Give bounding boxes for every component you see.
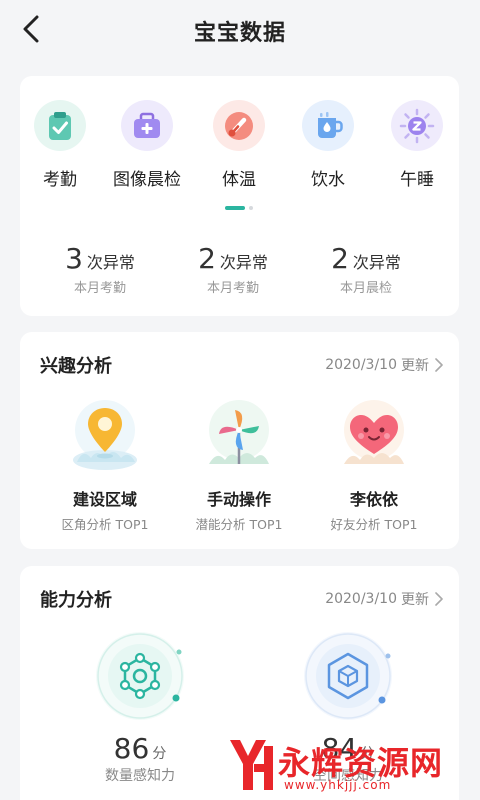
attendance-clipboard-icon <box>34 100 86 151</box>
interest-sub: 好友分析 TOP1 <box>330 517 418 532</box>
heart-face-icon <box>344 400 404 464</box>
category-image-check[interactable]: 图像晨检 <box>105 100 189 190</box>
interest-name: 手动操作 <box>206 490 271 509</box>
stat-item[interactable]: 3 次异常 本月考勤 <box>40 242 160 296</box>
interest-sub: 区角分析 TOP1 <box>61 517 149 532</box>
thermometer-icon <box>213 100 265 151</box>
stat-count: 2 <box>198 242 216 275</box>
update-date: 2020/3/10 <box>325 357 397 373</box>
category-label: 图像晨检 <box>113 170 181 190</box>
category-label: 体温 <box>222 170 256 190</box>
stats-row: 3 次异常 本月考勤 2 次异常 本月考勤 2 次异常 本月晨检 <box>20 242 459 302</box>
ability-score: 86 <box>113 732 150 765</box>
interest-sub: 潜能分析 TOP1 <box>195 517 283 532</box>
update-date: 2020/3/10 <box>325 591 397 607</box>
ability-update-link[interactable]: 2020/3/10 更新 <box>325 589 443 609</box>
sleep-z-icon <box>391 100 443 151</box>
chevron-right-icon <box>435 592 443 606</box>
category-label: 考勤 <box>43 170 77 190</box>
update-label: 更新 <box>401 358 429 374</box>
section-title: 兴趣分析 <box>40 356 112 377</box>
page-indicator <box>225 206 255 210</box>
interest-name: 李依依 <box>349 490 398 509</box>
ability-item[interactable]: 86 分 数量感知力 <box>80 630 200 785</box>
chevron-right-icon <box>435 358 443 372</box>
ability-name: 数量感知力 <box>105 768 175 784</box>
update-label: 更新 <box>401 592 429 608</box>
stat-unit: 次异常 <box>352 253 401 272</box>
interest-name: 建设区域 <box>72 490 137 509</box>
page-title: 宝宝数据 <box>193 21 286 46</box>
watermark-logo-icon <box>230 740 273 790</box>
page-indicator-dot <box>249 206 253 210</box>
stat-unit: 次异常 <box>219 253 268 272</box>
cube-icon <box>304 632 392 720</box>
page-indicator-active <box>225 206 245 210</box>
interest-item[interactable]: 李依依 好友分析 TOP1 <box>309 398 439 533</box>
stat-item[interactable]: 2 次异常 本月晨检 <box>306 242 426 296</box>
stat-count: 2 <box>331 242 349 275</box>
interest-item[interactable]: 手动操作 潜能分析 TOP1 <box>174 398 304 533</box>
nav-bar: 宝宝数据 <box>0 0 480 60</box>
stat-desc: 本月考勤 <box>206 281 259 296</box>
category-temperature[interactable]: 体温 <box>197 100 281 190</box>
stat-unit: 次异常 <box>86 253 135 272</box>
section-title: 能力分析 <box>40 590 112 611</box>
interest-update-link[interactable]: 2020/3/10 更新 <box>325 355 443 375</box>
stat-item[interactable]: 2 次异常 本月考勤 <box>173 242 293 296</box>
water-cup-icon <box>302 100 354 151</box>
stat-desc: 本月考勤 <box>73 281 126 296</box>
interest-card: 兴趣分析 2020/3/10 更新 建设区域 区角分析 TOP1 手动操作 潜能… <box>20 332 459 549</box>
category-label: 午睡 <box>400 170 434 190</box>
category-water[interactable]: 饮水 <box>286 100 370 190</box>
location-pin-icon <box>73 400 137 470</box>
category-label: 饮水 <box>311 170 345 190</box>
interest-item[interactable]: 建设区域 区角分析 TOP1 <box>40 398 170 533</box>
pinwheel-icon <box>209 400 269 464</box>
stat-count: 3 <box>65 242 83 275</box>
watermark-url: www.yhkjjj.com <box>284 778 392 792</box>
molecule-hexagon-icon <box>96 632 184 720</box>
category-tabs: 考勤 图像晨检 体温 饮水 午睡 <box>20 100 459 190</box>
watermark: 永辉资源网 www.yhkjjj.com <box>228 736 468 796</box>
stats-card: 考勤 图像晨检 体温 饮水 午睡 3 次异常 本月考勤 2 次异常 本月考勤 2… <box>20 76 459 316</box>
category-attendance[interactable]: 考勤 <box>18 100 102 190</box>
ability-unit: 分 <box>152 746 167 762</box>
stat-desc: 本月晨检 <box>339 281 392 296</box>
medical-kit-icon <box>121 100 173 151</box>
category-nap[interactable]: 午睡 <box>375 100 459 190</box>
